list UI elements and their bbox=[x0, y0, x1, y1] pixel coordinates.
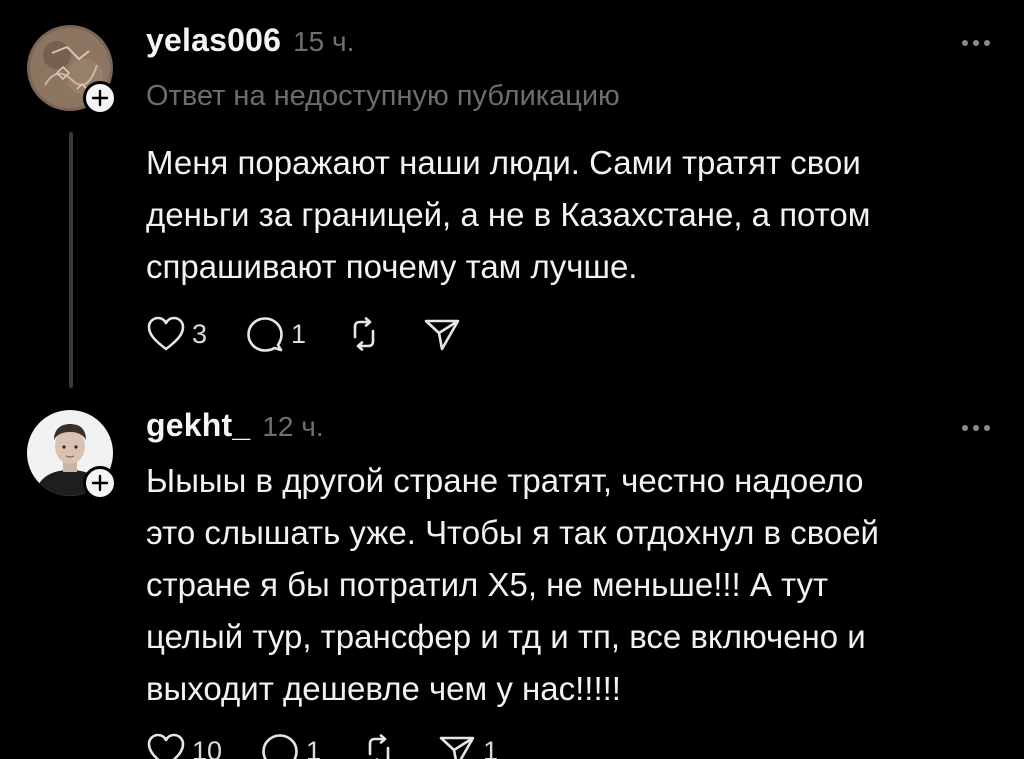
more-button[interactable] bbox=[962, 40, 990, 46]
comment-count: 1 bbox=[291, 318, 307, 349]
send-icon bbox=[424, 319, 460, 351]
post-text-line: целый тур, трансфер и тд и тп, все включ… bbox=[146, 618, 866, 655]
post-header: gekht_ 12 ч. bbox=[146, 407, 324, 444]
post-text-line: Ыыыы в другой стране тратят, честно надо… bbox=[146, 462, 864, 499]
share-count: 1 bbox=[483, 735, 499, 759]
more-button[interactable] bbox=[962, 425, 990, 431]
post-header: yelas006 15 ч. bbox=[146, 22, 354, 59]
like-button[interactable]: 3 bbox=[146, 315, 207, 353]
post-text: Ыыыы в другой стране тратят, честно надо… bbox=[146, 455, 976, 715]
follow-button[interactable] bbox=[83, 81, 117, 115]
heart-icon bbox=[147, 316, 185, 351]
post-text-line: стране я бы потратил Х5, не меньше!!! А … bbox=[146, 566, 829, 603]
plus-icon bbox=[91, 89, 109, 107]
post-yelas006: yelas006 15 ч. Ответ на недоступную публ… bbox=[0, 0, 1024, 400]
send-icon bbox=[439, 736, 475, 759]
post-gekht: gekht_ 12 ч. Ыыыы в другой стране тратят… bbox=[0, 400, 1024, 759]
repost-icon bbox=[368, 734, 390, 759]
timestamp: 15 ч. bbox=[293, 26, 355, 57]
comment-button[interactable]: 1 bbox=[245, 315, 306, 353]
post-text-line: это слышать уже. Чтобы я так отдохнул в … bbox=[146, 514, 879, 551]
comment-bubble-icon bbox=[262, 734, 298, 759]
share-button[interactable]: 1 bbox=[437, 732, 498, 759]
post-text: Меня поражают наши люди. Сами тратят сво… bbox=[146, 137, 976, 293]
post-actions: 10 1 1 bbox=[146, 732, 536, 759]
post-actions: 3 1 bbox=[146, 315, 500, 353]
comment-button[interactable]: 1 bbox=[260, 732, 321, 759]
heart-icon bbox=[147, 733, 185, 759]
like-button[interactable]: 10 bbox=[146, 732, 222, 759]
username[interactable]: gekht_ bbox=[146, 407, 250, 444]
more-dots-icon bbox=[962, 40, 968, 46]
post-text-line: Меня поражают наши люди. Сами тратят сво… bbox=[146, 144, 861, 181]
post-text-line: деньги за границей, а не в Казахстане, а… bbox=[146, 196, 871, 233]
repost-button[interactable] bbox=[359, 732, 399, 759]
share-button[interactable] bbox=[422, 315, 462, 353]
reply-note: Ответ на недоступную публикацию bbox=[146, 80, 620, 112]
comment-bubble-icon bbox=[247, 317, 283, 352]
post-text-line: спрашивают почему там лучше. bbox=[146, 248, 638, 285]
like-count: 10 bbox=[192, 735, 223, 759]
timestamp: 12 ч. bbox=[262, 411, 324, 442]
like-count: 3 bbox=[192, 318, 208, 349]
repost-button[interactable] bbox=[344, 315, 384, 353]
thread-line bbox=[69, 132, 73, 388]
username[interactable]: yelas006 bbox=[146, 22, 281, 59]
follow-button[interactable] bbox=[83, 466, 117, 500]
post-text-line: выходит дешевле чем у нас!!!!! bbox=[146, 670, 621, 707]
comment-count: 1 bbox=[306, 735, 322, 759]
more-dots-icon bbox=[962, 425, 968, 431]
plus-icon bbox=[91, 474, 109, 492]
repost-icon bbox=[353, 317, 375, 351]
